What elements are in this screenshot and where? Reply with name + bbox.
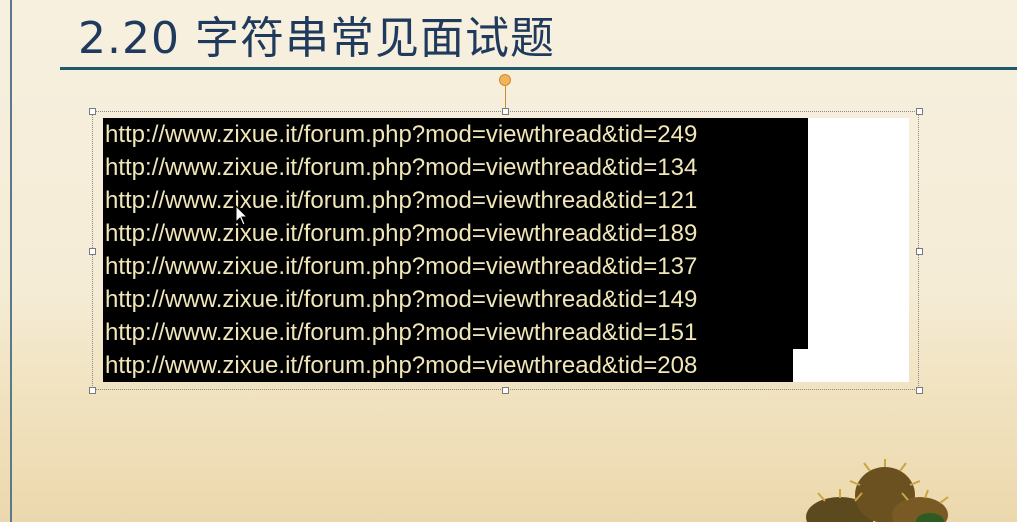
resize-handle-top-right[interactable] <box>916 108 923 115</box>
resize-handle-left[interactable] <box>89 248 96 255</box>
resize-handle-top[interactable] <box>502 108 509 115</box>
url-line[interactable]: http://www.zixue.it/forum.php?mod=viewth… <box>103 316 808 349</box>
url-line[interactable]: http://www.zixue.it/forum.php?mod=viewth… <box>103 151 808 184</box>
url-line[interactable]: http://www.zixue.it/forum.php?mod=viewth… <box>103 349 793 382</box>
slide-title[interactable]: 2.20 字符串常见面试题 <box>78 2 555 66</box>
url-line[interactable]: http://www.zixue.it/forum.php?mod=viewth… <box>103 250 808 283</box>
mouse-pointer-icon <box>235 205 249 226</box>
rotate-handle-stem <box>505 86 506 110</box>
resize-handle-top-left[interactable] <box>89 108 96 115</box>
resize-handle-bottom-left[interactable] <box>89 387 96 394</box>
resize-handle-right[interactable] <box>916 248 923 255</box>
url-line[interactable]: http://www.zixue.it/forum.php?mod=viewth… <box>103 283 808 316</box>
url-line[interactable]: http://www.zixue.it/forum.php?mod=viewth… <box>103 118 808 151</box>
resize-handle-bottom-right[interactable] <box>916 387 923 394</box>
left-border-line <box>10 0 12 522</box>
url-list-textbox[interactable]: http://www.zixue.it/forum.php?mod=viewth… <box>103 118 808 382</box>
resize-handle-bottom[interactable] <box>502 387 509 394</box>
title-underline <box>60 67 1017 70</box>
chestnut-decoration-icon <box>806 459 949 522</box>
rotate-handle-icon[interactable] <box>499 74 511 86</box>
url-line[interactable]: http://www.zixue.it/forum.php?mod=viewth… <box>103 184 808 217</box>
url-line[interactable]: http://www.zixue.it/forum.php?mod=viewth… <box>103 217 808 250</box>
